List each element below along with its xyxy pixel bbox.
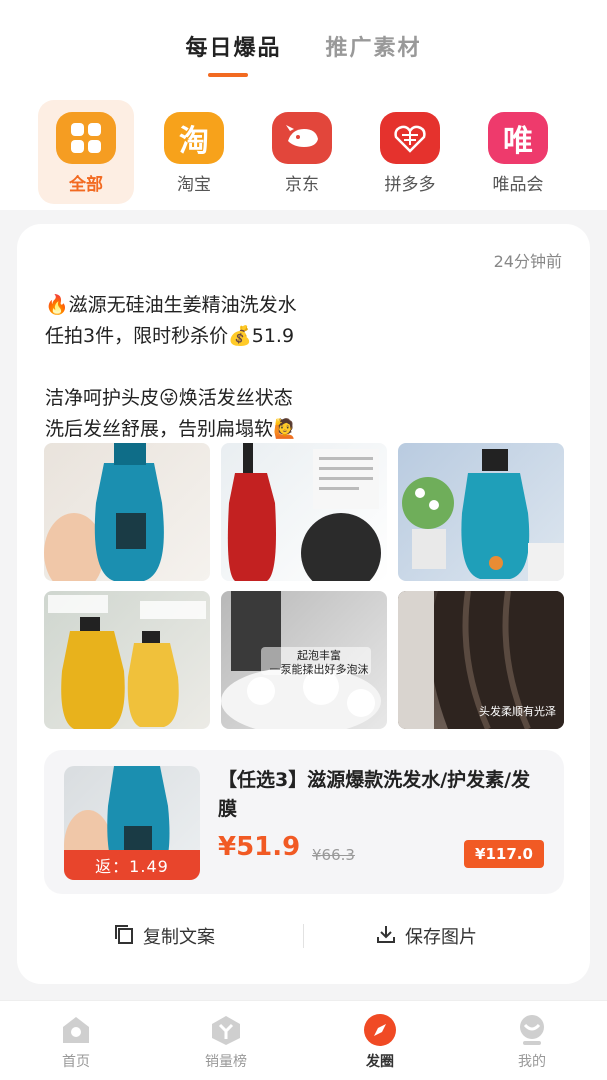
copy-icon: [113, 923, 135, 950]
post-actions: 复制文案 保存图片: [17, 916, 590, 956]
top-panel: 每日爆品 推广素材 全部 淘 淘宝 京东 拼多多 唯 唯品会: [0, 0, 607, 210]
vip-glyph: 唯: [503, 124, 533, 159]
image-grid: 起泡丰富 一泵能揉出好多泡沫 头发柔顺有光泽: [44, 443, 564, 730]
platform-taobao-label: 淘宝: [177, 175, 211, 195]
photo-yellow-bottles[interactable]: [44, 591, 210, 729]
photo-blue-bottle-flowers[interactable]: [398, 443, 564, 581]
profile-icon: [515, 1013, 549, 1047]
nav-profile[interactable]: 我的: [482, 1011, 582, 1075]
photo-hair-caption: 头发柔顺有光泽: [479, 705, 556, 718]
nav-share-label: 发圈: [366, 1054, 394, 1070]
ranking-icon: [209, 1013, 243, 1047]
platform-filter: 全部 淘 淘宝 京东 拼多多 唯 唯品会: [38, 100, 578, 204]
nav-ranking-label: 销量榜: [205, 1054, 247, 1070]
copy-text-label: 复制文案: [143, 927, 215, 948]
nav-home-label: 首页: [62, 1054, 90, 1070]
action-divider: [303, 924, 304, 948]
save-image-label: 保存图片: [405, 927, 477, 948]
nav-share-circle[interactable]: 发圈: [330, 1011, 430, 1075]
platform-taobao[interactable]: 淘 淘宝: [146, 100, 242, 204]
product-title: 【任选3】滋源爆款洗发水/护发素/发膜: [218, 769, 531, 820]
photo-washing-foam[interactable]: 起泡丰富 一泵能揉出好多泡沫: [221, 591, 387, 729]
tab-daily-hot[interactable]: 每日爆品: [185, 30, 281, 70]
taobao-glyph: 淘: [179, 124, 209, 159]
tab-underline: [208, 73, 248, 77]
nav-profile-label: 我的: [518, 1054, 546, 1070]
share-circle-icon: [363, 1013, 397, 1047]
nav-home[interactable]: 首页: [26, 1011, 126, 1075]
download-icon: [375, 923, 397, 950]
vip-icon: 唯: [488, 112, 548, 164]
product-card[interactable]: 返：1.49 【任选3】滋源爆款洗发水/护发素/发膜 ¥51.9 ¥66.3 ¥…: [44, 750, 564, 894]
photo-red-bottle-scalp[interactable]: [221, 443, 387, 581]
platform-vip-label: 唯品会: [492, 175, 544, 195]
post-time: 24分钟前: [493, 252, 562, 271]
copy-text-button[interactable]: 复制文案: [113, 916, 215, 956]
price-badge[interactable]: ¥117.0: [464, 840, 544, 868]
save-image-button[interactable]: 保存图片: [375, 916, 477, 956]
grid-icon: [56, 112, 116, 164]
platform-jd-label: 京东: [285, 175, 319, 195]
post-text[interactable]: 🔥滋源无硅油生姜精油洗发水 任拍3件，限时秒杀价💰51.9 洁净呵护头皮😜焕活发…: [45, 290, 575, 445]
platform-pinduoduo-label: 拼多多: [384, 175, 436, 195]
pinduoduo-icon: [380, 112, 440, 164]
product-old-price: ¥66.3: [312, 846, 355, 864]
tab-promo-material[interactable]: 推广素材: [326, 30, 422, 70]
photo-foam-caption: 起泡丰富 一泵能揉出好多泡沫: [269, 649, 369, 676]
photo-blue-bottle-hand[interactable]: [44, 443, 210, 581]
product-image: 返：1.49: [64, 766, 200, 880]
platform-all[interactable]: 全部: [38, 100, 134, 204]
home-icon: [59, 1013, 93, 1047]
platform-all-label: 全部: [69, 175, 103, 195]
platform-vip[interactable]: 唯 唯品会: [470, 100, 566, 204]
platform-pinduoduo[interactable]: 拼多多: [362, 100, 458, 204]
photo-hair-result[interactable]: 头发柔顺有光泽: [398, 591, 564, 729]
taobao-icon: 淘: [164, 112, 224, 164]
nav-ranking[interactable]: 销量榜: [176, 1011, 276, 1075]
bottom-nav: 首页 销量榜 发圈 我的: [0, 1000, 607, 1080]
rebate-badge: 返：1.49: [64, 850, 200, 880]
product-price: ¥51.9: [218, 832, 301, 862]
top-tabs: 每日爆品 推广素材: [0, 30, 607, 70]
post-card: 24分钟前 🔥滋源无硅油生姜精油洗发水 任拍3件，限时秒杀价💰51.9 洁净呵护…: [17, 224, 590, 984]
platform-jd[interactable]: 京东: [254, 100, 350, 204]
jd-dog-icon: [272, 112, 332, 164]
